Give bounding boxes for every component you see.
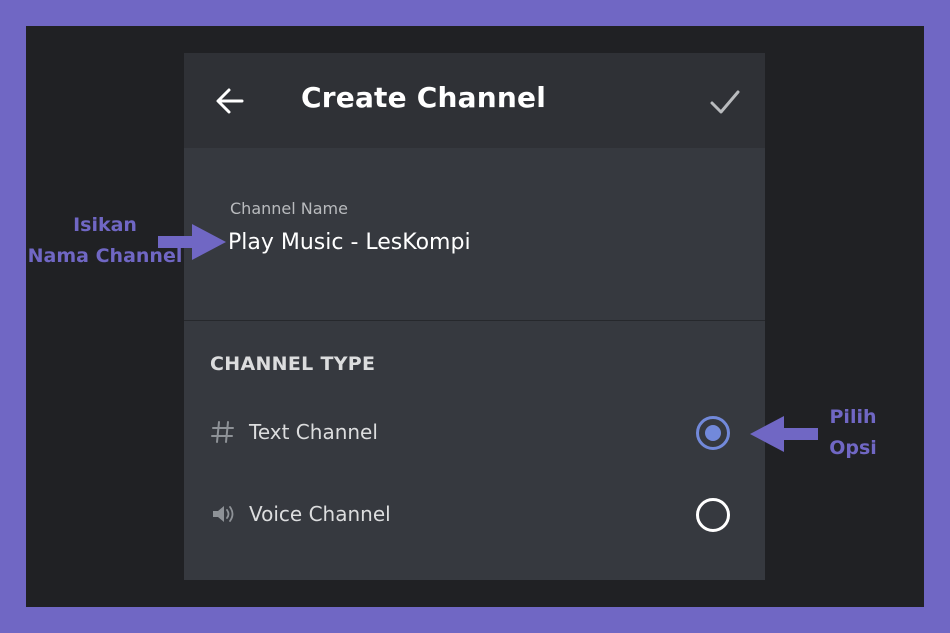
header-bar: Create Channel [184, 53, 765, 148]
channel-type-heading: CHANNEL TYPE [210, 353, 376, 375]
radio-voice-channel[interactable] [696, 498, 730, 532]
speaker-icon [213, 506, 234, 522]
annotation-right-line2: Opsi [829, 437, 877, 459]
check-icon [710, 90, 740, 114]
arrow-left-icon [216, 88, 244, 114]
option-label-text: Text Channel [249, 420, 378, 444]
back-button[interactable] [212, 83, 248, 119]
section-divider [184, 320, 765, 321]
arrow-left-annotation-icon [750, 416, 818, 452]
annotation-choose-option: Pilih Opsi [812, 402, 894, 464]
channel-name-section: Channel Name [184, 148, 765, 320]
page-title: Create Channel [301, 81, 546, 114]
option-text-channel[interactable]: Text Channel [184, 403, 765, 463]
channel-name-label: Channel Name [230, 199, 348, 218]
hash-icon [211, 421, 234, 443]
arrow-right-annotation-icon [158, 224, 226, 260]
channel-name-input[interactable] [228, 222, 708, 262]
confirm-button[interactable] [708, 85, 742, 119]
option-voice-channel[interactable]: Voice Channel [184, 485, 765, 545]
create-channel-panel: Create Channel Channel Name CHANNEL TYPE… [184, 53, 765, 580]
radio-text-channel[interactable] [696, 416, 730, 450]
option-label-voice: Voice Channel [249, 502, 391, 526]
annotation-right-line1: Pilih [829, 406, 877, 428]
